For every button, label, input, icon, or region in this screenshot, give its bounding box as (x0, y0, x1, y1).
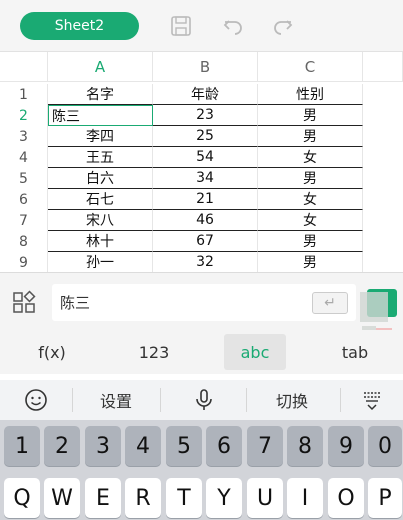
cell[interactable]: 女 (258, 147, 363, 168)
key-i[interactable]: I (287, 478, 323, 518)
cell[interactable]: 王五 (48, 147, 153, 168)
blurred-overlay (360, 292, 388, 322)
cell[interactable]: 女 (258, 189, 363, 210)
toolbar: Sheet2 (0, 0, 403, 52)
key-p[interactable]: P (368, 478, 402, 518)
key-6[interactable]: 6 (206, 426, 242, 466)
column-header-c[interactable]: C (258, 52, 363, 82)
cell[interactable]: 年龄 (153, 84, 258, 105)
cell[interactable]: 34 (153, 168, 258, 189)
input-mode-row: f(x) 123 abc tab (0, 330, 403, 374)
table-row: 4 王五 54 女 (0, 147, 403, 168)
grid-corner[interactable] (0, 52, 48, 82)
row-number[interactable]: 9 (0, 252, 48, 272)
keyboard-collapse-icon[interactable] (352, 380, 392, 420)
table-row: 5 白六 34 男 (0, 168, 403, 189)
row-number[interactable]: 1 (0, 84, 48, 105)
cell[interactable]: 21 (153, 189, 258, 210)
cell[interactable]: 男 (258, 168, 363, 189)
key-y[interactable]: Y (206, 478, 242, 518)
cell[interactable]: 男 (258, 231, 363, 252)
emoji-icon[interactable] (14, 380, 58, 420)
table-row: 2 陈三 23 男 (0, 105, 403, 126)
cell-edit-bar: 陈三 ↵ (0, 272, 403, 330)
table-row: 9 孙一 32 男 (0, 252, 403, 272)
column-header-b[interactable]: B (153, 52, 258, 82)
cell[interactable]: 名字 (48, 84, 153, 105)
row-number[interactable]: 5 (0, 168, 48, 189)
mode-tab[interactable]: tab (330, 334, 380, 370)
redo-icon[interactable] (270, 12, 296, 40)
cell[interactable]: 性别 (258, 84, 363, 105)
cell[interactable]: 石七 (48, 189, 153, 210)
key-1[interactable]: 1 (4, 426, 40, 466)
key-r[interactable]: R (125, 478, 161, 518)
cell[interactable]: 宋八 (48, 210, 153, 231)
cell-edit-value: 陈三 (60, 294, 91, 312)
spreadsheet-grid: A B C 1 名字 年龄 性别 2 陈三 23 男 3 李四 25 男 4 王… (0, 52, 403, 272)
key-w[interactable]: W (44, 478, 80, 518)
cell[interactable]: 孙一 (48, 252, 153, 272)
divider (340, 388, 341, 412)
table-row: 3 李四 25 男 (0, 126, 403, 147)
table-row: 6 石七 21 女 (0, 189, 403, 210)
key-9[interactable]: 9 (328, 426, 364, 466)
settings-button[interactable]: 设置 (80, 380, 152, 420)
cell[interactable]: 男 (258, 105, 363, 126)
key-2[interactable]: 2 (44, 426, 80, 466)
enter-icon[interactable]: ↵ (312, 292, 348, 314)
table-row: 8 林十 67 男 (0, 231, 403, 252)
row-number[interactable]: 4 (0, 147, 48, 168)
row-number[interactable]: 7 (0, 210, 48, 231)
divider (160, 388, 161, 412)
key-7[interactable]: 7 (247, 426, 283, 466)
key-5[interactable]: 5 (166, 426, 202, 466)
cell[interactable]: 男 (258, 126, 363, 147)
selected-cell[interactable]: 陈三 (48, 105, 153, 126)
row-number[interactable]: 8 (0, 231, 48, 252)
cell[interactable]: 白六 (48, 168, 153, 189)
cell[interactable]: 54 (153, 147, 258, 168)
divider (72, 388, 73, 412)
cell[interactable]: 67 (153, 231, 258, 252)
column-header-d[interactable] (363, 52, 403, 82)
key-e[interactable]: E (85, 478, 121, 518)
table-row: 1 名字 年龄 性别 (0, 84, 403, 105)
key-o[interactable]: O (328, 478, 364, 518)
undo-icon[interactable] (220, 12, 246, 40)
cell[interactable]: 32 (153, 252, 258, 272)
cell[interactable]: 林十 (48, 231, 153, 252)
row-number[interactable]: 2 (0, 105, 48, 126)
key-0[interactable]: 0 (368, 426, 402, 466)
cell[interactable]: 男 (258, 252, 363, 272)
column-header-a[interactable]: A (48, 52, 153, 82)
table-row: 7 宋八 46 女 (0, 210, 403, 231)
ime-toolbar: 设置 切换 (0, 380, 403, 420)
mode-function[interactable]: f(x) (22, 334, 82, 370)
cell[interactable]: 李四 (48, 126, 153, 147)
row-number[interactable]: 3 (0, 126, 48, 147)
cell[interactable]: 46 (153, 210, 258, 231)
row-number[interactable]: 6 (0, 189, 48, 210)
key-8[interactable]: 8 (287, 426, 323, 466)
key-u[interactable]: U (247, 478, 283, 518)
cell-edit-input[interactable]: 陈三 ↵ (52, 284, 356, 321)
key-3[interactable]: 3 (85, 426, 121, 466)
microphone-icon[interactable] (176, 380, 232, 420)
cell[interactable]: 23 (153, 105, 258, 126)
mode-abc[interactable]: abc (224, 334, 286, 370)
mode-number[interactable]: 123 (124, 334, 184, 370)
keyboard: 1 2 3 4 5 6 7 8 9 0 Q W E R T Y U I O P (0, 420, 403, 520)
cell[interactable]: 女 (258, 210, 363, 231)
sheet-tab[interactable]: Sheet2 (20, 12, 139, 40)
key-4[interactable]: 4 (125, 426, 161, 466)
grid-menu-icon[interactable] (12, 289, 38, 315)
switch-button[interactable]: 切换 (256, 380, 328, 420)
save-icon[interactable] (168, 12, 194, 40)
cell[interactable]: 25 (153, 126, 258, 147)
key-q[interactable]: Q (4, 478, 40, 518)
divider (246, 388, 247, 412)
key-t[interactable]: T (166, 478, 202, 518)
